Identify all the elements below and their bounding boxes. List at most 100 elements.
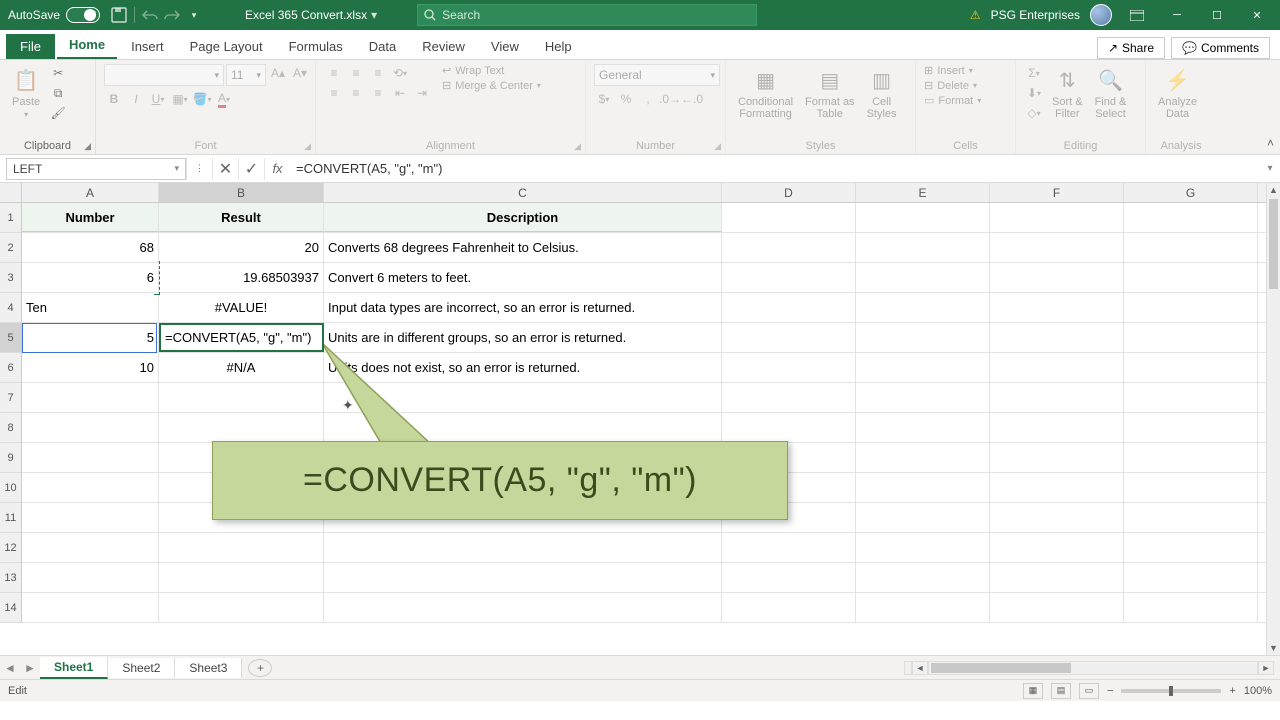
cell[interactable] — [159, 593, 324, 622]
cell[interactable]: #N/A — [159, 353, 324, 382]
decrease-indent-icon[interactable]: ⇤ — [390, 84, 410, 102]
formula-input[interactable] — [290, 158, 1260, 180]
cells-area[interactable]: Number Result Description 68 20 Converts… — [22, 203, 1266, 655]
comma-icon[interactable]: , — [638, 90, 658, 108]
cell[interactable] — [722, 563, 856, 592]
cell[interactable]: 20 — [159, 233, 324, 262]
share-button[interactable]: ↗Share — [1097, 37, 1165, 59]
percent-icon[interactable]: % — [616, 90, 636, 108]
cell[interactable] — [1124, 323, 1258, 352]
autosum-icon[interactable]: Σ▾ — [1024, 64, 1044, 82]
align-bottom-icon[interactable]: ≡ — [368, 64, 388, 82]
minimize-button[interactable]: ─ — [1162, 5, 1192, 25]
horizontal-scrollbar[interactable]: ◄ ► — [904, 661, 1274, 675]
search-box[interactable]: Search — [417, 4, 757, 26]
cell[interactable] — [990, 323, 1124, 352]
col-header-f[interactable]: F — [990, 183, 1124, 202]
warning-icon[interactable]: ⚠ — [970, 8, 981, 22]
cell[interactable] — [722, 383, 856, 412]
paste-button[interactable]: 📋Paste▾ — [8, 64, 44, 121]
cell[interactable] — [990, 533, 1124, 562]
cell[interactable] — [1124, 263, 1258, 292]
tab-insert[interactable]: Insert — [119, 34, 176, 59]
undo-icon[interactable] — [139, 4, 161, 26]
decrease-decimal-icon[interactable]: ←.0 — [682, 90, 702, 108]
cell[interactable] — [856, 203, 990, 232]
cell[interactable] — [856, 593, 990, 622]
cell[interactable] — [1124, 443, 1258, 472]
cell[interactable] — [22, 413, 159, 442]
cell[interactable] — [722, 233, 856, 262]
hscroll-thumb[interactable] — [931, 663, 1071, 673]
maximize-button[interactable]: ☐ — [1202, 5, 1232, 25]
cell[interactable]: Convert 6 meters to feet. — [324, 263, 722, 292]
cell[interactable]: Ten — [22, 293, 159, 322]
cell[interactable] — [159, 563, 324, 592]
delete-cells-button[interactable]: ⊟Delete▾ — [924, 79, 977, 92]
format-as-table-button[interactable]: ▤Format as Table — [801, 64, 859, 122]
row-header[interactable]: 9 — [0, 443, 22, 473]
zoom-level[interactable]: 100% — [1244, 685, 1272, 697]
clear-icon[interactable]: ◇▾ — [1024, 104, 1044, 122]
sheet-tab[interactable]: Sheet2 — [108, 658, 175, 678]
cell[interactable] — [856, 293, 990, 322]
zoom-in-button[interactable]: + — [1229, 685, 1235, 697]
cell[interactable] — [722, 593, 856, 622]
increase-decimal-icon[interactable]: .0→ — [660, 90, 680, 108]
border-icon[interactable]: ▦▾ — [170, 90, 190, 108]
cell[interactable] — [856, 233, 990, 262]
cell[interactable] — [1124, 383, 1258, 412]
align-center-icon[interactable]: ≡ — [346, 84, 366, 102]
cell[interactable] — [1124, 233, 1258, 262]
row-header[interactable]: 1 — [0, 203, 22, 233]
align-right-icon[interactable]: ≡ — [368, 84, 388, 102]
cell[interactable] — [856, 563, 990, 592]
row-header[interactable]: 2 — [0, 233, 22, 263]
col-header-a[interactable]: A — [22, 183, 159, 202]
cell[interactable] — [22, 503, 159, 532]
collapse-ribbon-icon[interactable]: ˄ — [1267, 136, 1274, 150]
conditional-formatting-button[interactable]: ▦Conditional Formatting — [734, 64, 797, 122]
underline-button[interactable]: U▾ — [148, 90, 168, 108]
autosave-switch[interactable]: Off — [66, 7, 100, 23]
cell[interactable] — [159, 413, 324, 442]
cell[interactable] — [722, 263, 856, 292]
page-break-view-icon[interactable]: ▭ — [1079, 683, 1099, 699]
increase-font-icon[interactable]: A▴ — [268, 64, 288, 82]
close-button[interactable]: ✕ — [1242, 5, 1272, 25]
cell[interactable]: Converts 68 degrees Fahrenheit to Celsiu… — [324, 233, 722, 262]
save-icon[interactable] — [108, 4, 130, 26]
active-cell[interactable]: =CONVERT(A5, "g", "m") — [159, 323, 324, 352]
clipboard-dialog-icon[interactable]: ◢ — [84, 141, 91, 152]
cell[interactable] — [722, 413, 856, 442]
cell-a5[interactable]: 5 — [22, 323, 159, 352]
cell[interactable]: Input data types are incorrect, so an er… — [324, 293, 722, 322]
col-header-e[interactable]: E — [856, 183, 990, 202]
align-left-icon[interactable]: ≡ — [324, 84, 344, 102]
vertical-scrollbar[interactable]: ▲ ▼ — [1266, 183, 1280, 655]
tab-review[interactable]: Review — [410, 34, 477, 59]
col-header-d[interactable]: D — [722, 183, 856, 202]
tab-page-layout[interactable]: Page Layout — [178, 34, 275, 59]
cell[interactable] — [1124, 293, 1258, 322]
cell[interactable] — [722, 533, 856, 562]
tab-help[interactable]: Help — [533, 34, 584, 59]
cell[interactable]: Result — [159, 203, 324, 232]
wrap-text-button[interactable]: ↩Wrap Text — [442, 64, 541, 77]
font-name-combo[interactable]: ▾ — [104, 64, 224, 86]
row-header[interactable]: 4 — [0, 293, 22, 323]
cell[interactable] — [22, 533, 159, 562]
number-dialog-icon[interactable]: ◢ — [714, 141, 721, 152]
cut-icon[interactable]: ✂ — [48, 64, 68, 82]
cell[interactable] — [159, 533, 324, 562]
row-header[interactable]: 14 — [0, 593, 22, 623]
cell[interactable] — [22, 443, 159, 472]
find-select-button[interactable]: 🔍Find & Select — [1091, 64, 1131, 122]
cell[interactable]: Description — [324, 203, 722, 232]
cell[interactable] — [722, 323, 856, 352]
fill-color-icon[interactable]: 🪣▾ — [192, 90, 212, 108]
cell[interactable] — [856, 263, 990, 292]
accounting-icon[interactable]: $▾ — [594, 90, 614, 108]
cell[interactable] — [856, 443, 990, 472]
cell[interactable] — [856, 383, 990, 412]
